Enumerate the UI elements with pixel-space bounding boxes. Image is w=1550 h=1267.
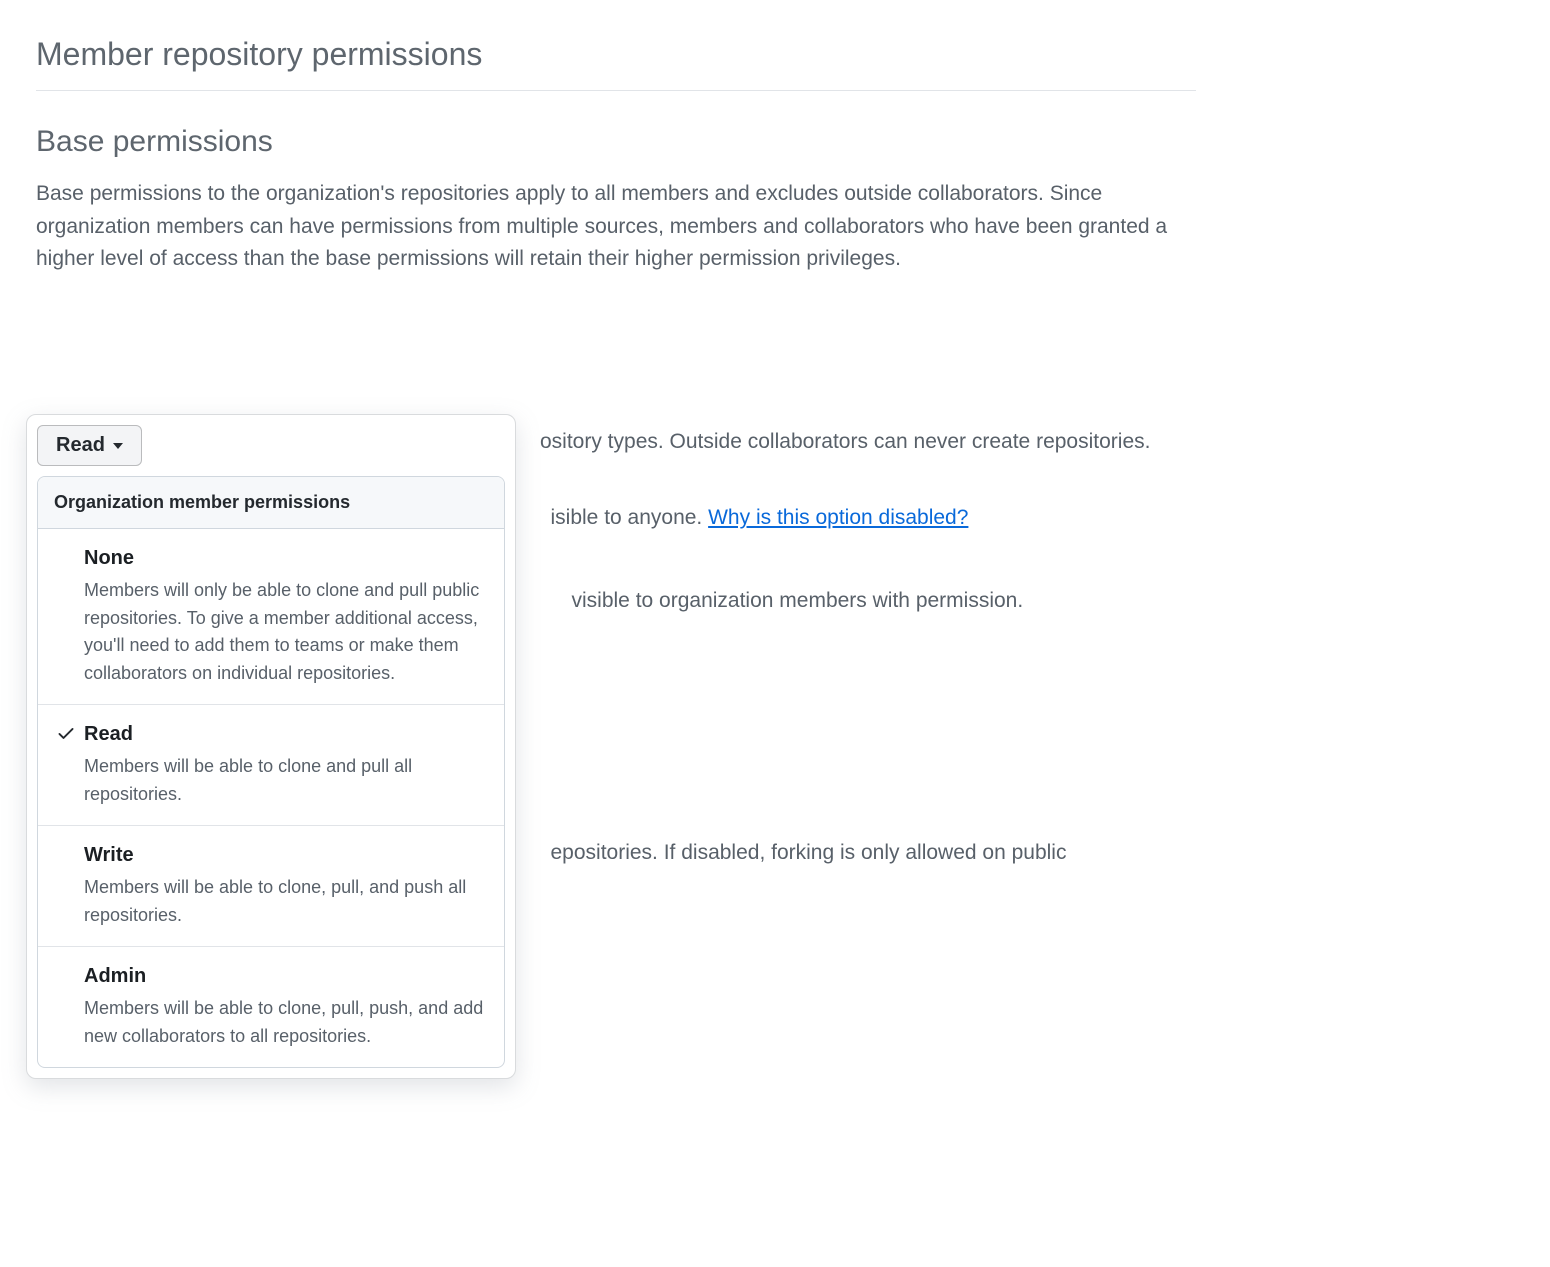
base-permission-select-label: Read bbox=[56, 434, 105, 457]
base-permissions-heading: Base permissions bbox=[36, 119, 1196, 164]
permission-option-desc: Members will be able to clone, pull, and… bbox=[84, 874, 490, 930]
permission-option-title: Admin bbox=[84, 961, 490, 991]
permission-option-title: Read bbox=[84, 719, 490, 749]
permission-option-read[interactable]: Read Members will be able to clone and p… bbox=[38, 705, 504, 826]
permission-option-none[interactable]: None Members will only be able to clone … bbox=[38, 529, 504, 706]
why-disabled-link[interactable]: Why is this option disabled? bbox=[708, 506, 968, 529]
base-permission-select-button[interactable]: Read bbox=[37, 425, 142, 466]
permission-option-admin[interactable]: Admin Members will be able to clone, pul… bbox=[38, 947, 504, 1067]
permission-menu-header: Organization member permissions bbox=[38, 477, 504, 529]
check-slot bbox=[52, 719, 80, 743]
caret-down-icon bbox=[113, 443, 123, 449]
permission-option-write[interactable]: Write Members will be able to clone, pul… bbox=[38, 826, 504, 947]
base-permissions-description: Base permissions to the organization's r… bbox=[36, 178, 1186, 276]
check-slot bbox=[52, 543, 80, 547]
permission-dropdown-popover: Read Organization member permissions Non… bbox=[26, 414, 516, 1079]
permission-menu: Organization member permissions None Mem… bbox=[37, 476, 505, 1068]
page-title: Member repository permissions bbox=[36, 30, 1196, 91]
permission-option-title: Write bbox=[84, 840, 490, 870]
permission-option-desc: Members will be able to clone, pull, pus… bbox=[84, 995, 490, 1051]
permission-option-title: None bbox=[84, 543, 490, 573]
check-icon bbox=[56, 723, 76, 743]
permission-option-desc: Members will only be able to clone and p… bbox=[84, 577, 490, 689]
check-slot bbox=[52, 840, 80, 844]
permission-option-desc: Members will be able to clone and pull a… bbox=[84, 753, 490, 809]
check-slot bbox=[52, 961, 80, 965]
